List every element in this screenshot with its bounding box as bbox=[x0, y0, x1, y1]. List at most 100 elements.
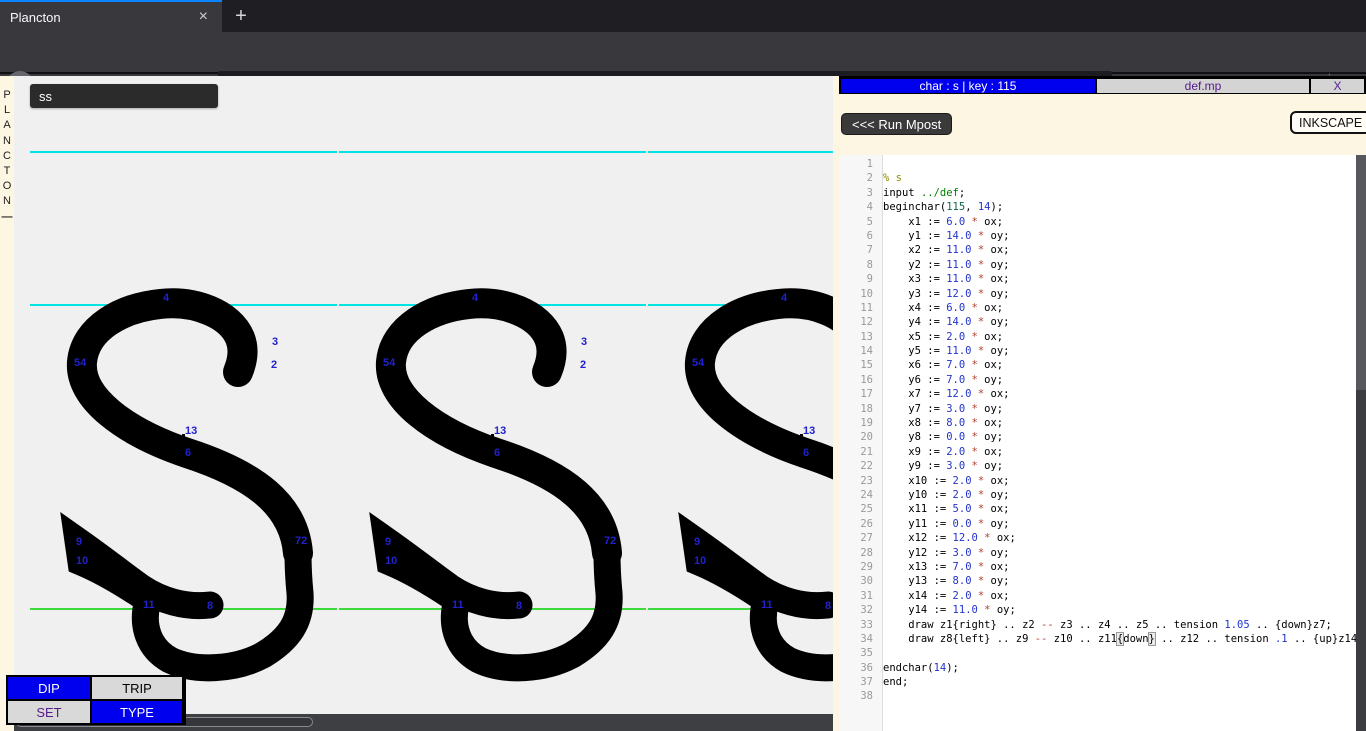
editor-vertical-scrollbar[interactable] bbox=[1356, 155, 1366, 731]
code-line: x13 := 7.0 * ox; bbox=[883, 560, 1356, 574]
line-number: 3 bbox=[839, 186, 873, 200]
glyph-query-input[interactable]: ss bbox=[30, 84, 218, 108]
new-tab-button[interactable]: + bbox=[224, 0, 258, 32]
glyph-cell[interactable]: 4325413691011872 bbox=[30, 76, 337, 714]
code-line: y6 := 7.0 * oy; bbox=[883, 373, 1356, 387]
point-label: 8 bbox=[825, 601, 831, 612]
point-label: 9 bbox=[385, 537, 391, 548]
browser-toolbar: localhost:8080/type/115#editor_mp ••• bbox=[0, 32, 1366, 74]
line-number: 36 bbox=[839, 661, 873, 675]
line-number: 2 bbox=[839, 171, 873, 185]
glyph-preview bbox=[339, 76, 646, 714]
glyph-cell[interactable]: 4325413691011872 bbox=[339, 76, 646, 714]
glyph-cell[interactable]: 4325413691011872 bbox=[648, 76, 833, 714]
line-number: 35 bbox=[839, 646, 873, 660]
point-label: 11 bbox=[452, 600, 464, 611]
point-label: 11 bbox=[143, 600, 155, 611]
code-line: x9 := 2.0 * ox; bbox=[883, 445, 1356, 459]
code-line: % s bbox=[883, 171, 1356, 185]
line-number: 14 bbox=[839, 344, 873, 358]
glyph-canvas[interactable]: 4325413691011872432541369101187243254136… bbox=[14, 76, 833, 714]
code-line: x12 := 12.0 * ox; bbox=[883, 531, 1356, 545]
line-number: 37 bbox=[839, 675, 873, 689]
code-line: y4 := 14.0 * oy; bbox=[883, 315, 1356, 329]
line-number: 27 bbox=[839, 531, 873, 545]
code-line bbox=[883, 689, 1356, 703]
line-number: 7 bbox=[839, 243, 873, 257]
code-line: y12 := 3.0 * oy; bbox=[883, 546, 1356, 560]
code-line: x3 := 11.0 * ox; bbox=[883, 272, 1356, 286]
mode-buttons: DIPTRIPSETTYPE bbox=[6, 675, 186, 725]
tool-button-dip[interactable]: DIP bbox=[8, 677, 90, 699]
code-line: y8 := 0.0 * oy; bbox=[883, 430, 1356, 444]
point-dot bbox=[800, 434, 803, 437]
code-line: input ../def; bbox=[883, 186, 1356, 200]
code-line: y1 := 14.0 * oy; bbox=[883, 229, 1356, 243]
code-line: x1 := 6.0 * ox; bbox=[883, 215, 1356, 229]
point-label: 10 bbox=[76, 556, 88, 567]
line-number: 17 bbox=[839, 387, 873, 401]
line-number: 24 bbox=[839, 488, 873, 502]
line-number: 26 bbox=[839, 517, 873, 531]
point-label: 4 bbox=[472, 293, 478, 304]
plancton-letter: O bbox=[0, 179, 14, 194]
code-line: y11 := 0.0 * oy; bbox=[883, 517, 1356, 531]
code-line: x4 := 6.0 * ox; bbox=[883, 301, 1356, 315]
code-line: x8 := 8.0 * ox; bbox=[883, 416, 1356, 430]
inkscape-button[interactable]: INKSCAPE bbox=[1290, 111, 1366, 134]
line-number: 34 bbox=[839, 632, 873, 646]
code-line: y13 := 8.0 * oy; bbox=[883, 574, 1356, 588]
code-line: x2 := 11.0 * ox; bbox=[883, 243, 1356, 257]
browser-tab-title: Plancton bbox=[10, 10, 195, 25]
browser-window: Plancton × + bbox=[0, 0, 1366, 731]
code-line: draw z8{left} .. z9 -- z10 .. z11{down} … bbox=[883, 632, 1356, 646]
plancton-letter: T bbox=[0, 164, 14, 179]
plancton-letters: PLANCTON bbox=[0, 88, 14, 210]
run-mpost-button[interactable]: <<< Run Mpost bbox=[841, 113, 952, 135]
line-number: 31 bbox=[839, 589, 873, 603]
panel-tab-char[interactable]: char : s | key : 115 bbox=[841, 79, 1095, 93]
point-label: 8 bbox=[207, 601, 213, 612]
code-line: endchar(14); bbox=[883, 661, 1356, 675]
tool-button-type[interactable]: TYPE bbox=[92, 701, 182, 723]
tab-close-icon[interactable]: × bbox=[195, 7, 212, 27]
point-label: 72 bbox=[295, 536, 307, 547]
point-label: 6 bbox=[494, 448, 500, 459]
point-dot bbox=[491, 434, 494, 437]
code-editor[interactable]: 1234567891011121314151617181920212223242… bbox=[839, 155, 1356, 731]
point-label: 4 bbox=[781, 293, 787, 304]
line-number: 8 bbox=[839, 258, 873, 272]
point-label: 10 bbox=[385, 556, 397, 567]
panel-tab-close[interactable]: X bbox=[1311, 79, 1364, 93]
code-line: x5 := 2.0 * ox; bbox=[883, 330, 1356, 344]
tool-button-set[interactable]: SET bbox=[8, 701, 90, 723]
code-line: x6 := 7.0 * ox; bbox=[883, 358, 1356, 372]
tool-button-trip[interactable]: TRIP bbox=[92, 677, 182, 699]
code-line: y10 := 2.0 * oy; bbox=[883, 488, 1356, 502]
point-label: 10 bbox=[694, 556, 706, 567]
line-number: 30 bbox=[839, 574, 873, 588]
plancton-letter: L bbox=[0, 103, 14, 118]
point-label: 13 bbox=[494, 426, 506, 437]
plancton-letter: P bbox=[0, 88, 14, 103]
glyph-preview bbox=[30, 76, 337, 714]
line-number: 25 bbox=[839, 502, 873, 516]
editor-gutter: 1234567891011121314151617181920212223242… bbox=[839, 155, 883, 731]
vscroll-thumb[interactable] bbox=[1356, 155, 1366, 390]
code-line: y3 := 12.0 * oy; bbox=[883, 287, 1356, 301]
browser-tab[interactable]: Plancton × bbox=[0, 0, 222, 32]
line-number: 15 bbox=[839, 358, 873, 372]
panel-tab-bar: char : s | key : 115def.mpX bbox=[839, 76, 1366, 94]
line-number: 33 bbox=[839, 618, 873, 632]
code-line: x7 := 12.0 * ox; bbox=[883, 387, 1356, 401]
point-label: 13 bbox=[185, 426, 197, 437]
line-number: 10 bbox=[839, 287, 873, 301]
point-label: 4 bbox=[163, 293, 169, 304]
panel-tab-defmp[interactable]: def.mp bbox=[1097, 79, 1309, 93]
point-label: 3 bbox=[581, 337, 587, 348]
line-number: 20 bbox=[839, 430, 873, 444]
point-label: 54 bbox=[74, 358, 86, 369]
line-number: 18 bbox=[839, 402, 873, 416]
plancton-letter: C bbox=[0, 149, 14, 164]
line-number: 6 bbox=[839, 229, 873, 243]
